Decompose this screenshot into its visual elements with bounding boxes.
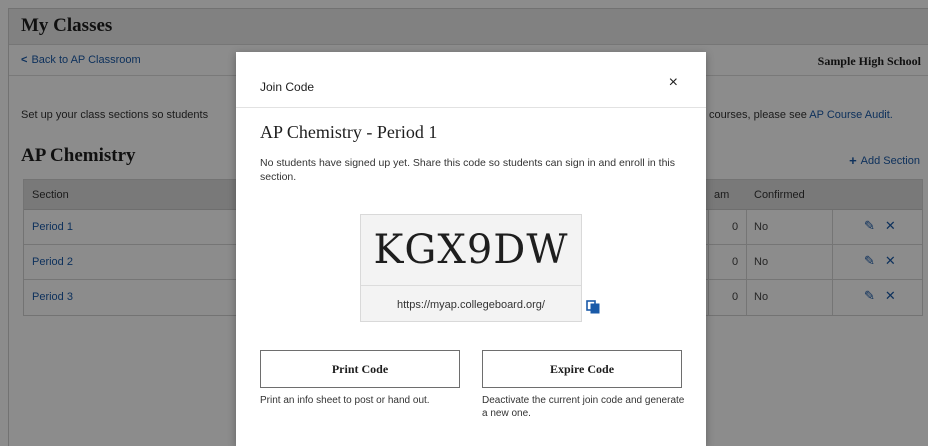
print-hint: Print an info sheet to post or hand out. [260, 395, 430, 406]
divider [361, 285, 581, 286]
expire-hint: Deactivate the current join code and gen… [482, 395, 685, 419]
join-code-box: KGX9DW https://myap.collegeboard.org/ [360, 214, 582, 322]
join-url: https://myap.collegeboard.org/ [397, 299, 545, 311]
join-code-modal: Join Code × AP Chemistry - Period 1 No s… [236, 52, 706, 446]
modal-description: No students have signed up yet. Share th… [260, 157, 676, 183]
join-code: KGX9DW [373, 227, 569, 273]
close-icon[interactable]: × [669, 74, 678, 92]
copy-icon[interactable] [586, 300, 600, 314]
print-code-button[interactable]: Print Code [260, 350, 460, 388]
modal-title: AP Chemistry - Period 1 [260, 122, 438, 142]
expire-code-button[interactable]: Expire Code [482, 350, 682, 388]
modal-header-label: Join Code [260, 80, 315, 94]
modal-header: Join Code × [236, 52, 706, 108]
